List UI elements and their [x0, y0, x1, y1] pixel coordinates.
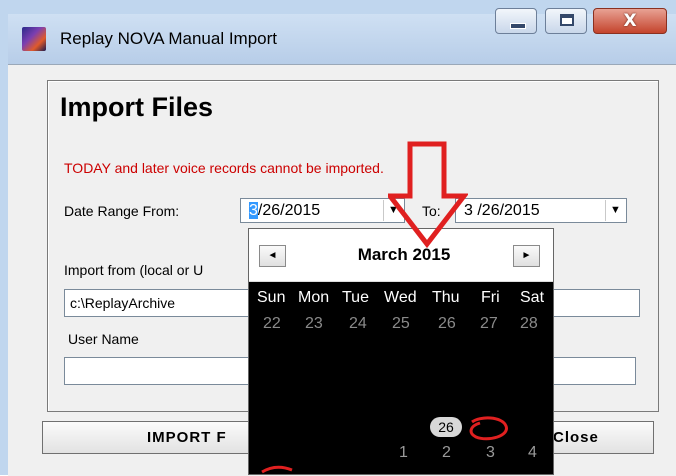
- weekday-tue: Tue: [342, 289, 369, 306]
- next-month-icon: ►: [521, 250, 532, 261]
- weekday-sun: Sun: [257, 289, 286, 306]
- import-from-value: c:\ReplayArchive: [70, 295, 176, 311]
- calendar-day[interactable]: 27: [480, 315, 498, 333]
- annotation-stroke-icon: [261, 465, 293, 474]
- calendar-today-day[interactable]: 26: [430, 417, 462, 437]
- calendar-day[interactable]: 24: [349, 315, 367, 333]
- calendar-day[interactable]: 2: [442, 444, 451, 462]
- calendar-day[interactable]: 26: [438, 315, 456, 333]
- dropdown-arrow-icon[interactable]: ▼: [605, 200, 625, 221]
- calendar-day[interactable]: 28: [520, 315, 538, 333]
- window-title: Replay NOVA Manual Import: [60, 29, 277, 48]
- maximize-button[interactable]: [545, 8, 587, 34]
- calendar-day[interactable]: 25: [392, 315, 410, 333]
- weekday-sat: Sat: [520, 289, 545, 306]
- minimize-icon: [510, 23, 526, 29]
- warning-text: TODAY and later voice records cannot be …: [64, 160, 384, 176]
- date-from-value: /26/2015: [257, 202, 321, 219]
- prev-month-icon: ◄: [267, 250, 278, 261]
- page-title: Import Files: [60, 92, 214, 122]
- date-from-picker[interactable]: 3/26/2015 ▼: [240, 198, 405, 223]
- date-to-picker[interactable]: 3 /26/2015 ▼: [455, 198, 627, 223]
- weekday-thu: Thu: [432, 289, 460, 306]
- calendar-day[interactable]: 22: [263, 315, 281, 333]
- prev-month-button[interactable]: ◄: [259, 245, 286, 267]
- calendar-day[interactable]: 23: [305, 315, 323, 333]
- calendar-day[interactable]: 3: [486, 444, 495, 462]
- next-month-button[interactable]: ►: [513, 245, 540, 267]
- close-icon: X: [623, 11, 637, 31]
- maximize-icon: [560, 14, 574, 26]
- close-window-button[interactable]: X: [593, 8, 667, 34]
- import-files-button[interactable]: IMPORT F: [42, 421, 282, 454]
- date-from-selected-part: 3: [249, 202, 258, 219]
- weekday-mon: Mon: [298, 289, 330, 306]
- user-name-label: User Name: [68, 331, 139, 347]
- annotation-circle-icon: [469, 416, 508, 441]
- minimize-button[interactable]: [495, 8, 537, 34]
- weekday-wed: Wed: [384, 289, 417, 306]
- calendar-day[interactable]: 4: [528, 444, 537, 462]
- import-from-label: Import from (local or U: [64, 262, 204, 278]
- calendar-day[interactable]: 1: [399, 444, 408, 462]
- weekday-fri: Fri: [481, 289, 500, 306]
- import-button-label: IMPORT F: [147, 429, 227, 446]
- date-from-label: Date Range From:: [64, 203, 180, 219]
- annotation-arrow-icon: [388, 141, 468, 249]
- app-icon: [22, 27, 46, 51]
- date-to-value: 3 /26/2015: [464, 202, 540, 219]
- close-button-label: Close: [553, 429, 599, 446]
